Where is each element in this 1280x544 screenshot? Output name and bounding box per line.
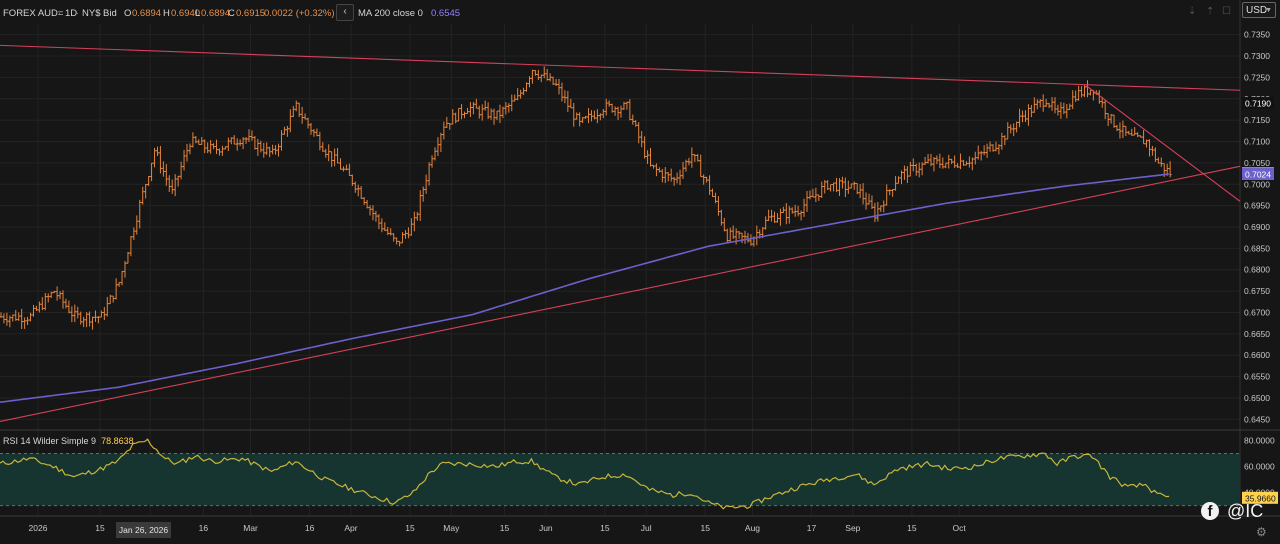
rsi-legend: RSI 14 Wilder Simple 9 78.8638 (3, 436, 134, 446)
time-tick-label: 15 (701, 523, 711, 533)
time-tick-label: 15 (405, 523, 415, 533)
brand-watermark: f @IC (1201, 500, 1263, 522)
time-tick-label: Sep (845, 523, 860, 533)
price-tick-label: 0.6500 (1244, 393, 1270, 403)
trendline (0, 44, 1241, 91)
time-tick-label: Jun (539, 523, 553, 533)
time-tick-label: Apr (344, 523, 357, 533)
rsi-value: 78.8638 (101, 436, 134, 446)
price-tick-label: 0.6600 (1244, 350, 1270, 360)
time-tick-label: 15 (600, 523, 610, 533)
price-tick-label: 0.7250 (1244, 72, 1270, 82)
ma200-line (0, 173, 1170, 403)
price-tick-label: 0.6650 (1244, 329, 1270, 339)
crosshair-date-label: Jan 26, 2026 (116, 522, 171, 538)
price-tick-label: 0.7050 (1244, 158, 1270, 168)
price-tick-label: 0.7150 (1244, 115, 1270, 125)
time-tick-label: 16 (305, 523, 315, 533)
time-tick-label: 2026 (29, 523, 48, 533)
time-tick-label: 17 (807, 523, 817, 533)
price-tick-label: 0.6900 (1244, 222, 1270, 232)
price-tick-label: 0.7350 (1244, 30, 1270, 40)
last-price-badge: 0.7190 (1245, 99, 1271, 109)
price-tick-label: 0.6700 (1244, 307, 1270, 317)
time-tick-label: Jul (641, 523, 652, 533)
brand-handle: @IC (1227, 500, 1264, 521)
time-tick-label: 15 (907, 523, 917, 533)
price-tick-label: 0.6550 (1244, 372, 1270, 382)
facebook-icon: f (1201, 502, 1219, 521)
time-tick-label: 15 (95, 523, 105, 533)
rsi-tick-label: 80.0000 (1244, 435, 1275, 445)
time-tick-label: Aug (745, 523, 760, 533)
rsi-tick-label: 60.0000 (1244, 461, 1275, 471)
price-tick-label: 0.6950 (1244, 201, 1270, 211)
price-tick-label: 0.6850 (1244, 243, 1270, 253)
trendline (0, 165, 1241, 422)
time-tick-label: May (443, 523, 460, 533)
rsi-label[interactable]: RSI 14 Wilder Simple 9 (3, 436, 96, 446)
time-tick-label: 15 (500, 523, 510, 533)
ma-price-badge: 0.7024 (1245, 170, 1271, 180)
time-tick-label: Oct (953, 523, 967, 533)
time-tick-label: Mar (243, 523, 258, 533)
price-tick-label: 0.7000 (1244, 179, 1270, 189)
price-chart[interactable]: 0.73500.73000.72500.72000.71500.71000.70… (0, 0, 1280, 544)
time-tick-label: 16 (199, 523, 209, 533)
price-tick-label: 0.6750 (1244, 286, 1270, 296)
settings-icon[interactable]: ⚙ (1256, 525, 1267, 539)
price-tick-label: 0.6800 (1244, 265, 1270, 275)
price-tick-label: 0.7100 (1244, 137, 1270, 147)
price-tick-label: 0.6450 (1244, 414, 1270, 424)
price-tick-label: 0.7300 (1244, 51, 1270, 61)
